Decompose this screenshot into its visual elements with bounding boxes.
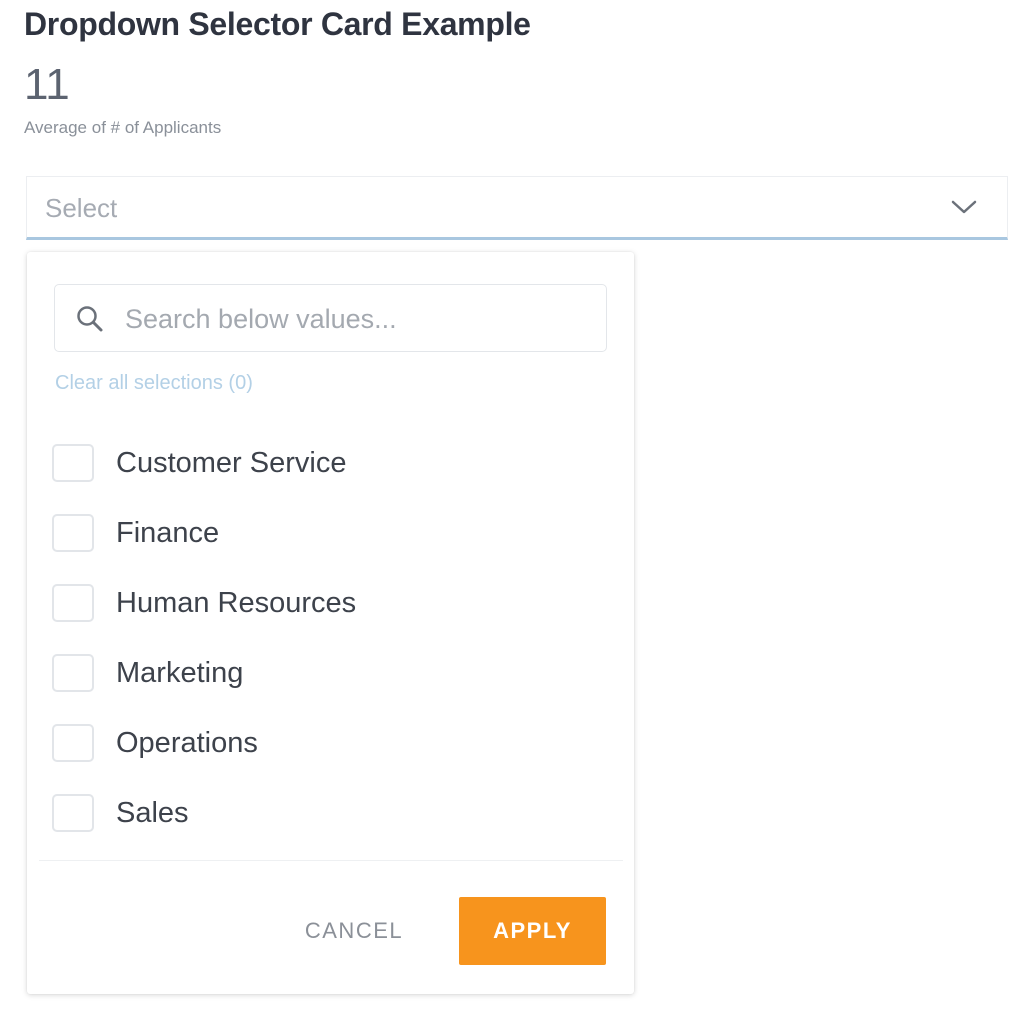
search-input[interactable] xyxy=(125,299,585,339)
chevron-down-icon xyxy=(951,200,977,214)
option-label: Marketing xyxy=(116,657,244,689)
apply-button[interactable]: APPLY xyxy=(459,897,606,965)
metric-value: 11 xyxy=(24,60,70,109)
option-label: Human Resources xyxy=(116,587,357,619)
checkbox[interactable] xyxy=(52,444,94,482)
checkbox[interactable] xyxy=(52,514,94,552)
option-label: Operations xyxy=(116,727,258,759)
dropdown-panel: Clear all selections (0) Customer Servic… xyxy=(27,252,634,994)
cancel-button[interactable]: CANCEL xyxy=(289,900,419,962)
clear-selections-link[interactable]: Clear all selections (0) xyxy=(55,372,253,395)
checkbox[interactable] xyxy=(52,584,94,622)
card-title: Dropdown Selector Card Example xyxy=(24,6,531,42)
select-placeholder: Select xyxy=(45,193,118,223)
checkbox[interactable] xyxy=(52,654,94,692)
divider xyxy=(39,860,623,861)
search-box[interactable] xyxy=(54,284,607,352)
checkbox[interactable] xyxy=(52,724,94,762)
metric-label: Average of # of Applicants xyxy=(24,118,222,137)
department-select[interactable]: Select xyxy=(26,176,1008,240)
option-label: Finance xyxy=(116,517,220,549)
option-label: Customer Service xyxy=(116,447,347,479)
checkbox[interactable] xyxy=(52,794,94,832)
option-label: Sales xyxy=(116,797,189,829)
search-icon xyxy=(77,306,103,332)
